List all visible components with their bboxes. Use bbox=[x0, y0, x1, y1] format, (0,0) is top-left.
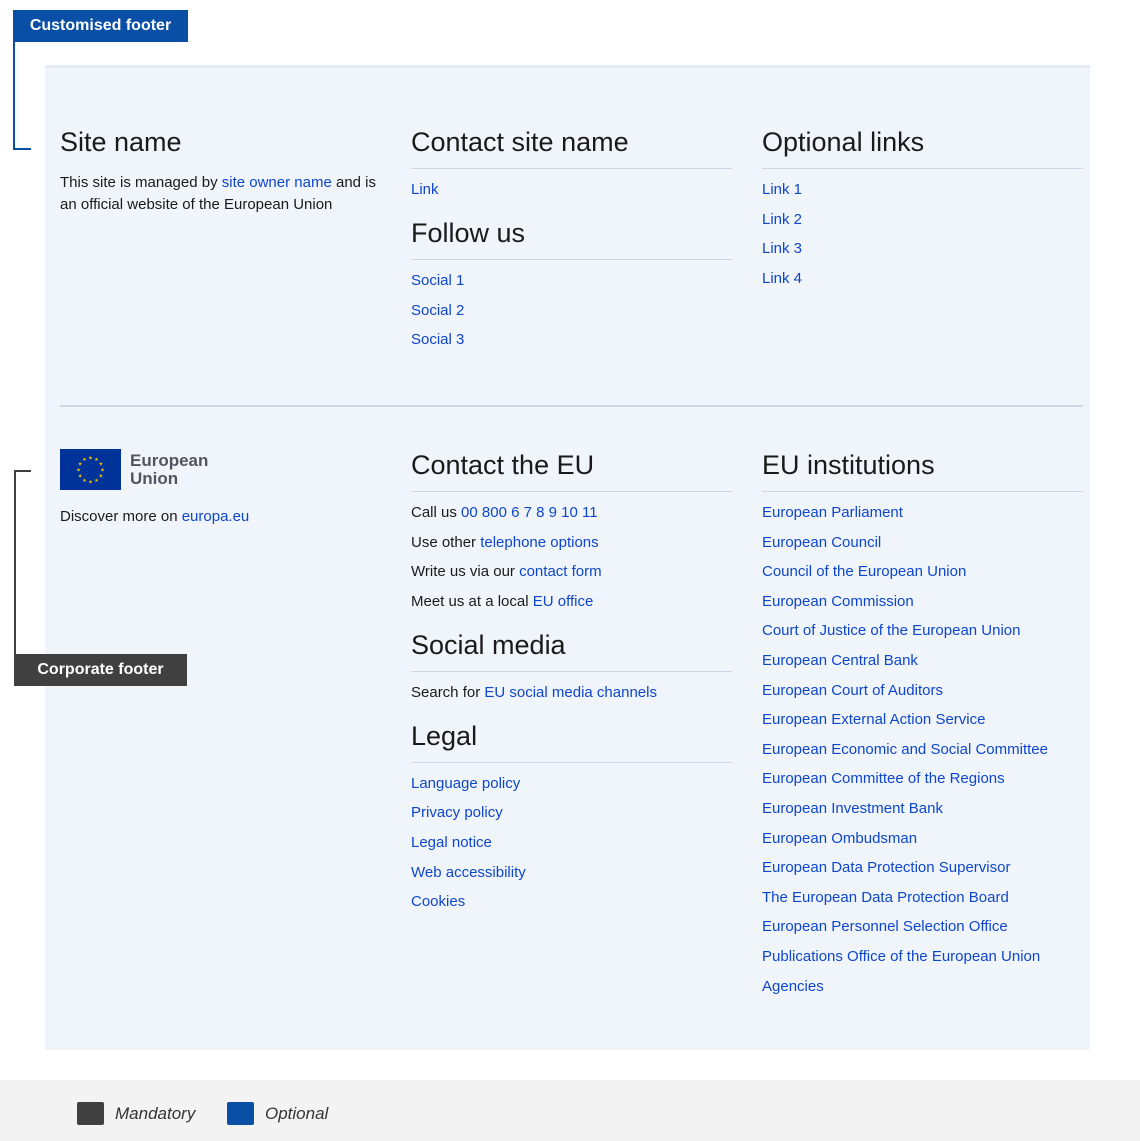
corporate-footer-tag: Corporate footer bbox=[14, 654, 187, 686]
social-link-3[interactable]: Social 3 bbox=[411, 331, 464, 348]
corporate-bracket-top bbox=[14, 470, 31, 472]
site-owner-link[interactable]: site owner name bbox=[222, 174, 332, 191]
customised-bracket-vertical bbox=[13, 42, 15, 150]
social-media-heading: Social media bbox=[411, 629, 732, 672]
institution-link[interactable]: European Committee of the Regions bbox=[762, 770, 1005, 787]
language-policy-link[interactable]: Language policy bbox=[411, 775, 520, 792]
privacy-policy-link[interactable]: Privacy policy bbox=[411, 804, 503, 821]
site-name-heading: Site name bbox=[60, 127, 182, 157]
institution-link[interactable]: European Economic and Social Committee bbox=[762, 741, 1048, 758]
eu-office-link[interactable]: EU office bbox=[533, 593, 594, 610]
customised-bracket-horizontal bbox=[13, 148, 31, 150]
optional-links-list: Link 1 Link 2 Link 3 Link 4 bbox=[762, 181, 1083, 288]
institution-link[interactable]: European External Action Service bbox=[762, 711, 985, 728]
web-accessibility-link[interactable]: Web accessibility bbox=[411, 864, 526, 881]
svg-text:★: ★ bbox=[78, 474, 83, 480]
social-link-2[interactable]: Social 2 bbox=[411, 302, 464, 319]
optional-link-2[interactable]: Link 2 bbox=[762, 211, 802, 228]
svg-text:★: ★ bbox=[88, 456, 93, 462]
cookies-link[interactable]: Cookies bbox=[411, 893, 465, 910]
institution-link[interactable]: European Court of Auditors bbox=[762, 682, 943, 699]
agencies-link[interactable]: Agencies bbox=[762, 978, 824, 995]
footer-panel: Site name This site is managed by site o… bbox=[45, 65, 1090, 1050]
optional-link-4[interactable]: Link 4 bbox=[762, 270, 802, 287]
eu-logo-section: ★ ★ ★ ★ ★ ★ ★ ★ ★ ★ ★ ★ European Union D… bbox=[60, 449, 380, 528]
contact-eu-row: Call us 00 800 6 7 8 9 10 11 bbox=[411, 504, 598, 521]
svg-text:★: ★ bbox=[99, 474, 104, 480]
social-list: Social 1 Social 2 Social 3 bbox=[411, 272, 732, 349]
institutions-list: European Parliament European Council Cou… bbox=[762, 504, 1083, 996]
contact-eu-list: Call us 00 800 6 7 8 9 10 11 Use other t… bbox=[411, 504, 732, 611]
eu-logo-text: European Union bbox=[130, 450, 209, 488]
contact-site-link[interactable]: Link bbox=[411, 181, 439, 198]
mandatory-swatch bbox=[77, 1102, 104, 1125]
institution-link[interactable]: European Council bbox=[762, 534, 881, 551]
corporate-bracket-vertical bbox=[14, 470, 16, 656]
institution-link[interactable]: European Personnel Selection Office bbox=[762, 918, 1008, 935]
institution-link[interactable]: European Data Protection Supervisor bbox=[762, 859, 1010, 876]
legend-bar: Mandatory Optional bbox=[0, 1080, 1140, 1141]
customised-footer-tag: Customised footer bbox=[13, 10, 188, 42]
contact-eu-row: Meet us at a local EU office bbox=[411, 592, 594, 610]
optional-link-1[interactable]: Link 1 bbox=[762, 181, 802, 198]
institution-link[interactable]: The European Data Protection Board bbox=[762, 889, 1009, 906]
svg-text:★: ★ bbox=[88, 480, 93, 486]
telephone-options-link[interactable]: telephone options bbox=[480, 534, 598, 551]
contact-eu-heading: Contact the EU bbox=[411, 449, 732, 492]
eu-logo[interactable]: ★ ★ ★ ★ ★ ★ ★ ★ ★ ★ ★ ★ European Union bbox=[60, 449, 380, 490]
legal-heading: Legal bbox=[411, 720, 732, 763]
optional-swatch bbox=[227, 1102, 254, 1125]
legal-notice-link[interactable]: Legal notice bbox=[411, 834, 492, 851]
optional-links-section: Optional links Link 1 Link 2 Link 3 Link… bbox=[762, 126, 1083, 299]
social-media-row: Search for EU social media channels bbox=[411, 683, 657, 701]
eu-social-media-link[interactable]: EU social media channels bbox=[484, 684, 657, 701]
contact-site-heading: Contact site name bbox=[411, 126, 732, 169]
site-description: This site is managed by site owner name … bbox=[60, 174, 377, 213]
svg-text:★: ★ bbox=[82, 478, 87, 484]
europa-eu-link[interactable]: europa.eu bbox=[182, 508, 250, 525]
optional-label: Optional bbox=[265, 1104, 329, 1123]
contact-form-link[interactable]: contact form bbox=[519, 563, 602, 580]
institution-link[interactable]: European Parliament bbox=[762, 504, 903, 521]
optional-links-heading: Optional links bbox=[762, 126, 1083, 169]
contact-site-section: Contact site name Link Follow us Social … bbox=[411, 126, 732, 361]
institution-link[interactable]: European Central Bank bbox=[762, 652, 918, 669]
phone-link[interactable]: 00 800 6 7 8 9 10 11 bbox=[461, 504, 598, 521]
site-info-section: Site name This site is managed by site o… bbox=[60, 126, 380, 216]
svg-text:★: ★ bbox=[82, 457, 87, 463]
eu-institutions-heading: EU institutions bbox=[762, 449, 1083, 492]
footer-divider bbox=[60, 405, 1083, 407]
svg-text:★: ★ bbox=[76, 468, 81, 474]
institution-link[interactable]: European Commission bbox=[762, 593, 914, 610]
contact-eu-row: Write us via our contact form bbox=[411, 563, 602, 581]
social-link-1[interactable]: Social 1 bbox=[411, 272, 464, 289]
eu-flag-icon: ★ ★ ★ ★ ★ ★ ★ ★ ★ ★ ★ ★ bbox=[60, 449, 121, 490]
contact-eu-section: Contact the EU Call us 00 800 6 7 8 9 10… bbox=[411, 449, 732, 923]
follow-us-heading: Follow us bbox=[411, 217, 732, 260]
svg-text:★: ★ bbox=[94, 478, 99, 484]
institution-link[interactable]: European Investment Bank bbox=[762, 800, 943, 817]
mandatory-label: Mandatory bbox=[115, 1104, 196, 1123]
institution-link[interactable]: Publications Office of the European Unio… bbox=[762, 948, 1040, 965]
institution-link[interactable]: Court of Justice of the European Union bbox=[762, 622, 1021, 639]
institution-link[interactable]: Council of the European Union bbox=[762, 563, 966, 580]
discover-more-text: Discover more on europa.eu bbox=[60, 508, 250, 525]
legal-list: Language policy Privacy policy Legal not… bbox=[411, 775, 732, 911]
optional-link-3[interactable]: Link 3 bbox=[762, 240, 802, 257]
contact-eu-row: Use other telephone options bbox=[411, 533, 599, 551]
eu-institutions-section: EU institutions European Parliament Euro… bbox=[762, 449, 1083, 1007]
institution-link[interactable]: European Ombudsman bbox=[762, 830, 917, 847]
